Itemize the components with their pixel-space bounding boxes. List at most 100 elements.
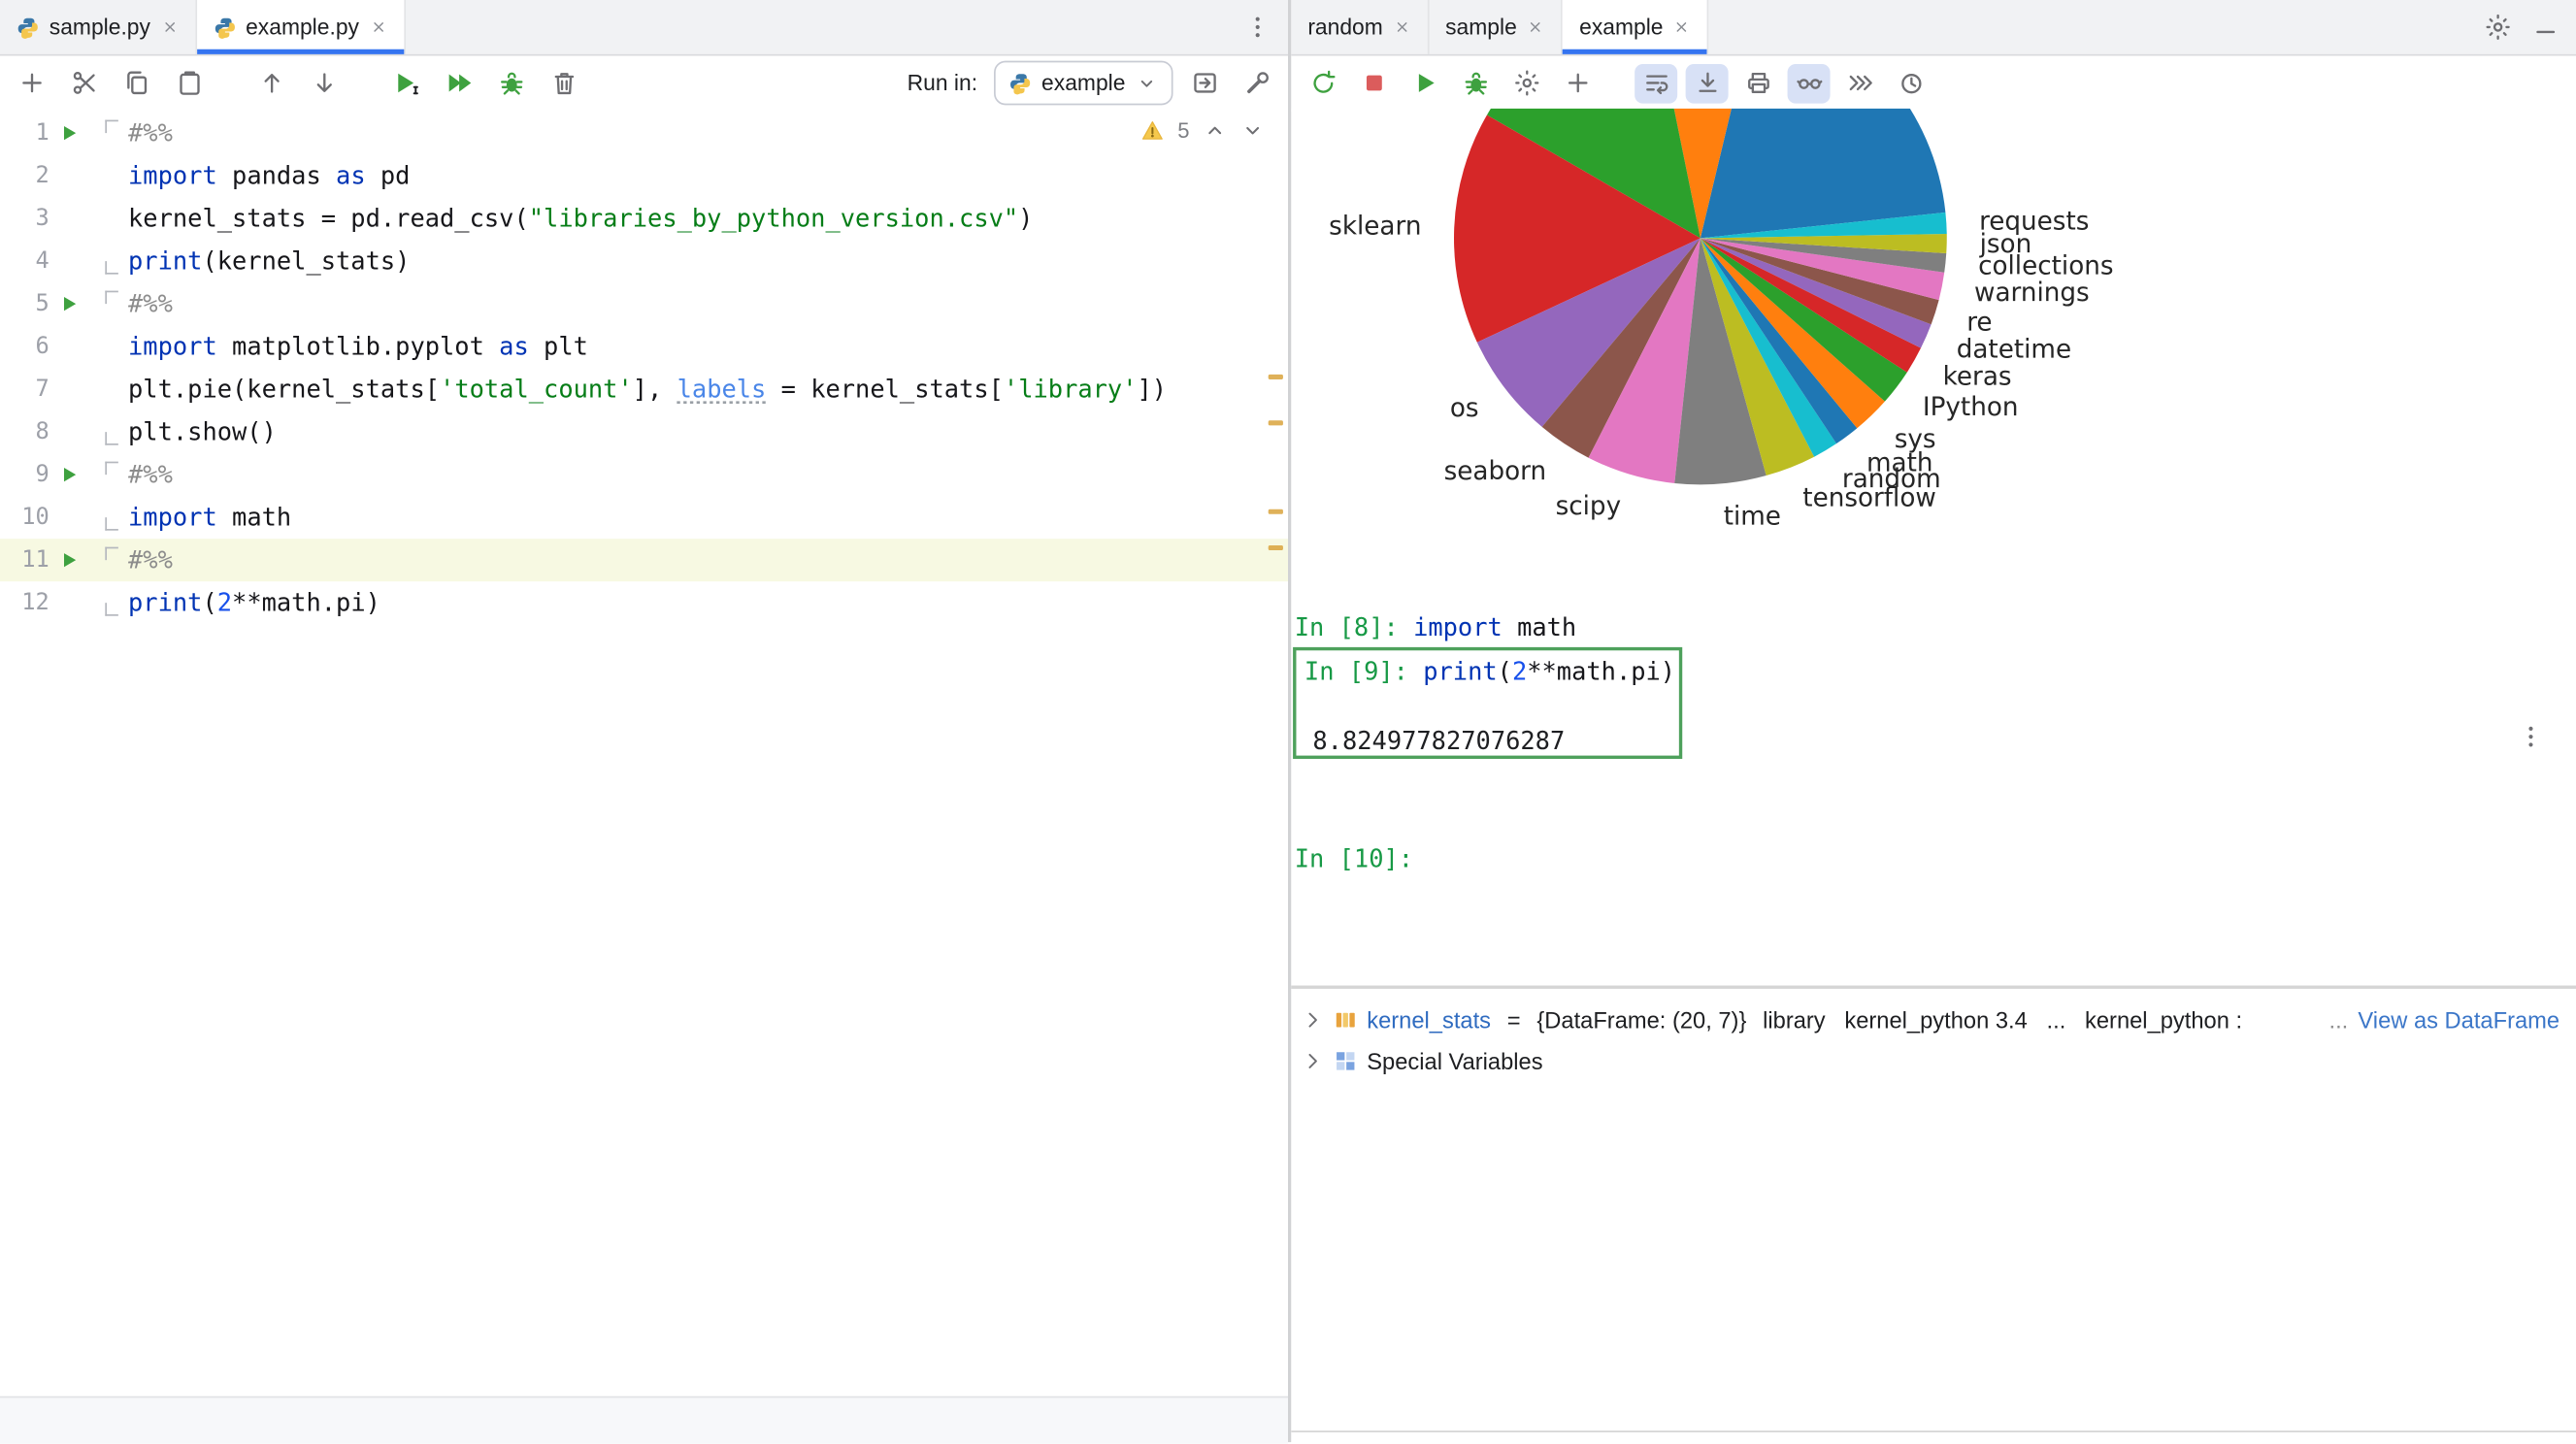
show-timestamps-button[interactable] [1890, 63, 1932, 103]
run-all-cells-button[interactable] [437, 63, 479, 103]
fold-column [88, 410, 128, 453]
code-text: import matplotlib.pyplot as plt [128, 332, 588, 361]
code-line[interactable]: 5 #%% [0, 282, 1288, 325]
code-line[interactable]: 4print(kernel_stats) [0, 240, 1288, 282]
console-tab[interactable]: sample [1429, 0, 1563, 54]
code-text: #%% [128, 118, 173, 148]
run-cell-gutter-icon[interactable] [50, 550, 89, 570]
python-logo-icon [1008, 72, 1032, 95]
special-variables-row[interactable]: Special Variables [1291, 1039, 2576, 1080]
inspection-stripe-mark[interactable] [1269, 545, 1283, 549]
code-line[interactable]: 2import pandas as pd [0, 154, 1288, 197]
editor-tab[interactable]: example.py [196, 0, 405, 54]
code-text: #%% [128, 289, 173, 318]
code-text: import pandas as pd [128, 161, 410, 190]
inspections-widget[interactable]: 5 [1139, 118, 1265, 143]
svg-text:keras: keras [1943, 363, 2012, 392]
code-line[interactable]: 7plt.pie(kernel_stats['total_count'], la… [0, 368, 1288, 410]
fold-column [88, 325, 128, 368]
line-number: 5 [0, 291, 50, 317]
new-console-button[interactable] [1556, 63, 1599, 103]
debug-button[interactable] [1454, 63, 1497, 103]
scroll-to-end-toggle[interactable] [1686, 63, 1729, 103]
tab-close-icon[interactable] [1527, 18, 1545, 37]
variables-panel: kernel_stats = {DataFrame: (20, 7)} libr… [1291, 989, 2576, 1430]
svg-text:sklearn: sklearn [1329, 212, 1421, 241]
preview-ellipsis: ... [2329, 1006, 2349, 1033]
special-variables-label: Special Variables [1367, 1047, 1542, 1073]
stop-button[interactable] [1352, 63, 1395, 103]
cut-cell-button[interactable] [62, 63, 105, 103]
gear-icon[interactable] [2484, 14, 2512, 42]
line-number: 9 [0, 462, 50, 488]
interpreter-value: example [1041, 71, 1125, 95]
chevron-down-icon [1136, 72, 1159, 95]
code-line[interactable]: 8plt.show() [0, 410, 1288, 453]
prev-warning-chevron-up-icon[interactable] [1203, 118, 1227, 143]
print-button[interactable] [1736, 63, 1779, 103]
svg-text:scipy: scipy [1556, 492, 1622, 521]
fold-column [88, 282, 128, 325]
run-in-label: Run in: [908, 71, 977, 95]
code-line[interactable]: 9#%% [0, 453, 1288, 496]
move-cell-up-button[interactable] [249, 63, 292, 103]
code-line[interactable]: 11#%% [0, 539, 1288, 581]
code-editor[interactable]: 1#%%2import pandas as pd3kernel_stats = … [0, 109, 1288, 1396]
console-output[interactable]: sklearnosseabornscipytimetensorflowrando… [1291, 109, 2576, 986]
move-cell-down-button[interactable] [302, 63, 345, 103]
delete-cell-button[interactable] [543, 63, 585, 103]
svg-text:time: time [1724, 503, 1781, 532]
code-line[interactable]: 3kernel_stats = pd.read_csv("libraries_b… [0, 197, 1288, 240]
code-line[interactable]: 12print(2**math.pi) [0, 581, 1288, 624]
paste-cell-button[interactable] [168, 63, 211, 103]
tab-close-icon[interactable] [369, 18, 387, 37]
run-cell-gutter-icon[interactable] [50, 123, 89, 143]
editor-tab[interactable]: sample.py [0, 0, 196, 54]
tab-close-icon[interactable] [1673, 18, 1692, 37]
run-cell-button[interactable] [384, 63, 427, 103]
open-in-console-button[interactable] [1183, 63, 1226, 103]
console-prompt[interactable]: In [10]: [1295, 841, 1413, 877]
fold-column [88, 197, 128, 240]
settings-wrench-button[interactable] [1236, 63, 1278, 103]
resume-button[interactable] [1403, 63, 1445, 103]
restart-kernel-button[interactable] [1302, 63, 1344, 103]
variable-row-kernel-stats[interactable]: kernel_stats = {DataFrame: (20, 7)} libr… [1291, 999, 2576, 1039]
line-number: 12 [0, 590, 50, 616]
variable-name: kernel_stats [1367, 1006, 1491, 1033]
view-as-dataframe-link[interactable]: View as DataFrame [2358, 1006, 2559, 1033]
expand-chevron-right-icon[interactable] [1302, 1007, 1325, 1031]
run-settings-button[interactable] [1504, 63, 1547, 103]
minimize-icon[interactable] [2531, 14, 2559, 42]
soft-wrap-toggle[interactable] [1635, 63, 1677, 103]
editor-kebab-menu-icon[interactable] [1243, 14, 1271, 42]
executed-cell-box: In [9]: print(2**math.pi) 8.824977827076… [1293, 647, 1682, 759]
inspection-stripe-mark[interactable] [1269, 420, 1283, 424]
code-line[interactable]: 1#%% [0, 112, 1288, 154]
svg-text:sys: sys [1895, 425, 1936, 454]
output-kebab-menu-icon[interactable] [2517, 723, 2545, 751]
preview-toggle[interactable] [1788, 63, 1831, 103]
code-line[interactable]: 6import matplotlib.pyplot as plt [0, 325, 1288, 368]
console-tab[interactable]: random [1291, 0, 1429, 54]
inspection-stripe-mark[interactable] [1269, 509, 1283, 513]
code-text: kernel_stats = pd.read_csv("libraries_by… [128, 204, 1033, 233]
code-line[interactable]: 10import math [0, 496, 1288, 539]
next-warning-chevron-down-icon[interactable] [1240, 118, 1265, 143]
run-cell-gutter-icon[interactable] [50, 294, 89, 313]
expand-chevron-right-icon[interactable] [1302, 1049, 1325, 1072]
run-cell-gutter-icon[interactable] [50, 465, 89, 484]
svg-text:IPython: IPython [1923, 393, 2019, 422]
debug-cell-button[interactable] [489, 63, 532, 103]
inspection-stripe-mark[interactable] [1269, 375, 1283, 378]
skip-to-end-button[interactable] [1838, 63, 1881, 103]
add-cell-button[interactable] [10, 63, 52, 103]
editor-toolbar: Run in: example [0, 56, 1288, 113]
warning-triangle-icon [1139, 118, 1164, 143]
interpreter-dropdown[interactable]: example [994, 61, 1173, 106]
tab-close-icon[interactable] [1393, 18, 1411, 37]
console-tab[interactable]: example [1563, 0, 1709, 54]
tab-close-icon[interactable] [160, 18, 179, 37]
copy-cell-button[interactable] [115, 63, 157, 103]
fold-column [88, 581, 128, 624]
